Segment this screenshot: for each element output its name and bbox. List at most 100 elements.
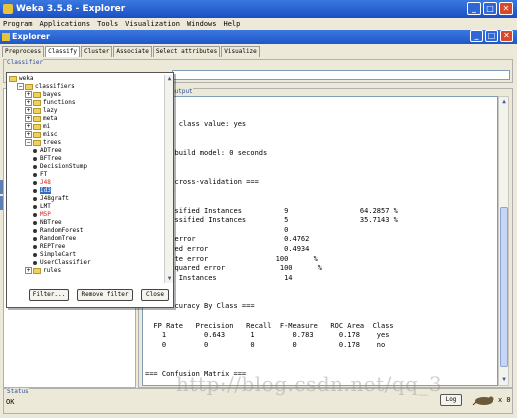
classifier-output-text[interactable]: redicts class value: yes ken to build mod…: [142, 96, 498, 386]
menu-visualization[interactable]: Visualization: [125, 18, 180, 30]
tree-folder[interactable]: − classifiers: [9, 83, 163, 91]
output-scrollbar[interactable]: ▲ ▼: [498, 96, 509, 386]
collapse-icon[interactable]: −: [17, 83, 24, 90]
folder-icon: [33, 115, 41, 122]
expand-icon[interactable]: +: [25, 91, 32, 98]
leaf-bullet-icon: [33, 212, 37, 217]
tree-leaf[interactable]: J48: [9, 179, 163, 187]
expand-icon[interactable]: +: [25, 107, 32, 114]
tree-leaf[interactable]: M5P: [9, 211, 163, 219]
tab-strip: Preprocess Classify Cluster Associate Se…: [2, 46, 261, 57]
tree-leaf[interactable]: SimpleCart: [9, 251, 163, 259]
tree-leaf[interactable]: NBTree: [9, 219, 163, 227]
tree-scroll-up-icon[interactable]: ▲: [165, 75, 174, 83]
output-line: ken to build model: 0 seconds: [145, 148, 268, 157]
tree-leaf[interactable]: UserClassifier: [9, 259, 163, 267]
classifier-tree: weka − classifiers + bayes + functions + lazy + me…: [9, 75, 163, 283]
tab-cluster[interactable]: Cluster: [81, 46, 113, 57]
explorer-close-button[interactable]: ✕: [500, 30, 513, 42]
menu-program[interactable]: Program: [3, 18, 33, 30]
classifier-chooser-popup: weka − classifiers + bayes + functions + lazy + me…: [6, 72, 174, 308]
menu-bar: Program Applications Tools Visualization…: [0, 18, 517, 30]
tree-folder[interactable]: + misc: [9, 131, 163, 139]
weka-app-icon: [3, 4, 13, 14]
tree-label: UserClassifier: [40, 259, 91, 266]
log-button[interactable]: Log: [440, 394, 462, 406]
tree-label: Id3: [40, 187, 51, 194]
leaf-bullet-icon: [33, 156, 37, 161]
tree-folder[interactable]: + functions: [9, 99, 163, 107]
expand-icon[interactable]: +: [25, 123, 32, 130]
task-count: x 0: [498, 396, 511, 404]
tree-leaf[interactable]: REPTree: [9, 243, 163, 251]
leaf-bullet-icon: [33, 228, 37, 233]
tree-leaf[interactable]: LMT: [9, 203, 163, 211]
tree-scroll-down-icon[interactable]: ▼: [165, 275, 174, 283]
tab-select-attributes[interactable]: Select attributes: [152, 46, 221, 57]
tree-label: M5P: [40, 211, 51, 218]
explorer-window-controls: _ □ ✕: [470, 30, 513, 42]
output-line: 1 0.643 1 0.783 0.178 yes: [145, 331, 390, 340]
collapse-icon[interactable]: −: [25, 139, 32, 146]
filter-button[interactable]: Filter...: [29, 289, 69, 301]
folder-icon: [33, 99, 41, 106]
tree-leaf[interactable]: J48graft: [9, 195, 163, 203]
menu-applications[interactable]: Applications: [40, 18, 91, 30]
tree-folder[interactable]: + mi: [9, 123, 163, 131]
leaf-bullet-icon: [33, 244, 37, 249]
scroll-thumb[interactable]: [500, 207, 508, 367]
output-line: ative squared error 100 %: [145, 264, 323, 273]
tab-associate[interactable]: Associate: [113, 46, 152, 57]
folder-icon: [25, 83, 33, 90]
menu-windows[interactable]: Windows: [187, 18, 217, 30]
tree-label: misc: [43, 131, 58, 138]
tree-leaf[interactable]: FT: [9, 171, 163, 179]
folder-icon: [33, 123, 41, 130]
tab-classify[interactable]: Classify: [45, 46, 81, 57]
leaf-bullet-icon: [33, 220, 37, 225]
edge-mark: [0, 180, 3, 194]
tree-folder[interactable]: − trees: [9, 139, 163, 147]
tree-folder[interactable]: + lazy: [9, 107, 163, 115]
explorer-minimize-button[interactable]: _: [470, 30, 483, 42]
explorer-icon: [2, 33, 10, 41]
expand-icon[interactable]: +: [25, 267, 32, 274]
menu-help[interactable]: Help: [223, 18, 240, 30]
scroll-up-icon[interactable]: ▲: [500, 98, 508, 106]
tree-leaf[interactable]: BFTree: [9, 155, 163, 163]
explorer-maximize-button[interactable]: □: [485, 30, 498, 42]
tree-leaf[interactable]: RandomTree: [9, 235, 163, 243]
scroll-down-icon[interactable]: ▼: [500, 376, 508, 384]
tree-label: lazy: [43, 107, 58, 114]
minimize-button[interactable]: _: [467, 2, 481, 15]
classifier-field[interactable]: [172, 70, 510, 80]
expand-icon[interactable]: +: [25, 99, 32, 106]
expand-icon[interactable]: +: [25, 131, 32, 138]
leaf-bullet-icon: [33, 164, 37, 169]
close-button[interactable]: ✕: [499, 2, 513, 15]
folder-icon: [33, 107, 41, 114]
maximize-button[interactable]: □: [483, 2, 497, 15]
remove-filter-button[interactable]: Remove filter: [77, 289, 133, 301]
tree-scrollbar[interactable]: ▲ ▼: [164, 75, 173, 283]
tree-leaf[interactable]: DecisionStump: [9, 163, 163, 171]
tree-leaf[interactable]: Id3: [9, 187, 163, 195]
tree-leaf[interactable]: ADTree: [9, 147, 163, 155]
tab-visualize[interactable]: Visualize: [221, 46, 260, 57]
tab-preprocess[interactable]: Preprocess: [2, 46, 45, 57]
tree-folder[interactable]: + meta: [9, 115, 163, 123]
expand-icon[interactable]: +: [25, 115, 32, 122]
tree-folder[interactable]: + bayes: [9, 91, 163, 99]
tree-leaf[interactable]: RandomForest: [9, 227, 163, 235]
leaf-bullet-icon: [33, 260, 37, 265]
main-window-title: Weka 3.5.8 - Explorer: [16, 4, 126, 14]
close-popup-button[interactable]: Close: [141, 289, 169, 301]
main-title-bar: Weka 3.5.8 - Explorer _ □ ✕: [0, 0, 517, 18]
output-line: ly Classified Instances 9 64.2857 %: [145, 206, 398, 215]
menu-tools[interactable]: Tools: [97, 18, 118, 30]
tree-folder[interactable]: + rules: [9, 267, 163, 275]
tree-folder[interactable]: weka: [9, 75, 163, 83]
leaf-bullet-icon: [33, 204, 37, 209]
